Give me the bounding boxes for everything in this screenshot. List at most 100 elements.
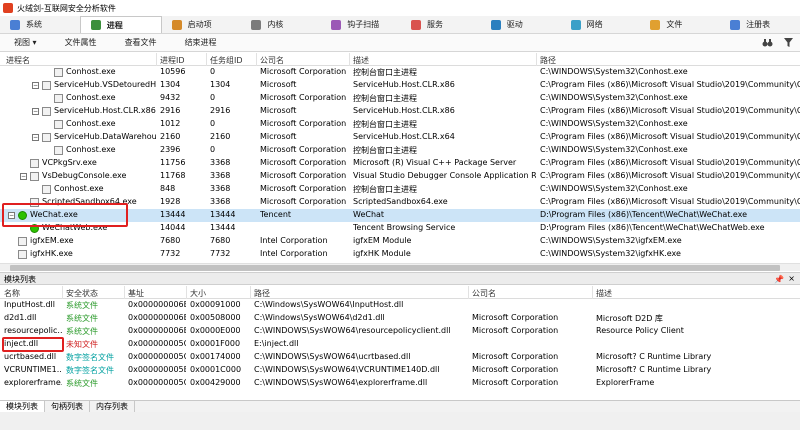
module-size: 0x0000E000 — [190, 326, 241, 335]
module-row[interactable]: inject.dll未知文件0x000000005C...0x0001F000E… — [0, 338, 800, 351]
column-divider[interactable] — [250, 286, 251, 299]
column-divider[interactable] — [124, 286, 125, 299]
pin-icon[interactable]: 📌 — [774, 275, 784, 284]
tree-collapse-icon[interactable]: − — [32, 134, 39, 141]
process-row[interactable]: Conhost.exe 9432 0 Microsoft Corporation 控制台… — [0, 92, 800, 105]
tab-7[interactable]: 网络 — [561, 16, 641, 33]
module-name: ucrtbased.dll — [4, 352, 57, 361]
tab-9[interactable]: 注册表 — [720, 16, 800, 33]
tab-1[interactable]: 进程 — [79, 16, 162, 33]
module-row[interactable]: resourcepolic... 系统文件 0x000000006E... 0x000… — [0, 325, 800, 338]
tab-5[interactable]: 服务 — [401, 16, 481, 33]
tab-4[interactable]: 钩子扫描 — [321, 16, 401, 33]
bottom-tab-1[interactable]: 句柄列表 — [45, 401, 90, 412]
module-row[interactable]: d2d1.dll 系统文件 0x000000006B... 0x00508000 C:\… — [0, 312, 800, 325]
process-row[interactable]: − ServiceHub.Host.CLR.x86.e... 2916 2916 Mic… — [0, 105, 800, 118]
process-column-header[interactable]: 进程ID — [160, 55, 185, 66]
process-tgid: 3368 — [210, 184, 231, 193]
module-row[interactable]: VCRUNTIME1... 数字签名文件 0x000000005E... 0x0001… — [0, 364, 800, 377]
process-row[interactable]: igfxEM.exe 7680 7680 Intel Corporation igfxE… — [0, 235, 800, 248]
bottom-tab-2[interactable]: 内存列表 — [90, 401, 135, 412]
column-divider[interactable] — [349, 53, 350, 66]
tab-6[interactable]: 驱动 — [481, 16, 561, 33]
process-column-header[interactable]: 路径 — [540, 55, 556, 66]
module-column-header[interactable]: 安全状态 — [66, 288, 98, 299]
close-icon[interactable]: × — [788, 274, 795, 283]
process-row[interactable]: VCPkgSrv.exe 11756 3368 Microsoft Corporati… — [0, 157, 800, 170]
process-name: Conhost.exe — [66, 145, 116, 154]
module-column-header[interactable]: 大小 — [190, 288, 206, 299]
module-column-header[interactable]: 名称 — [4, 288, 20, 299]
module-row[interactable]: InputHost.dll 系统文件 0x000000006B... 0x000910… — [0, 299, 800, 312]
tree-collapse-icon[interactable]: − — [20, 173, 27, 180]
module-base: 0x000000005C... — [128, 339, 186, 348]
process-company: Microsoft Corporation — [260, 158, 347, 167]
process-row[interactable]: Conhost.exe 10596 0 Microsoft Corporation 控制… — [0, 66, 800, 79]
column-divider[interactable] — [62, 286, 63, 299]
file-properties-button[interactable]: 文件属性 — [51, 37, 111, 48]
process-icon — [42, 107, 51, 116]
process-horizontal-scrollbar[interactable] — [0, 263, 800, 271]
module-status: 系统文件 — [66, 327, 98, 336]
column-divider[interactable] — [592, 286, 593, 299]
process-icon — [42, 81, 51, 90]
module-column-header[interactable]: 基址 — [128, 288, 144, 299]
module-column-header[interactable]: 公司名 — [472, 288, 496, 299]
binoculars-icon[interactable] — [762, 37, 773, 48]
tab-icon — [171, 19, 182, 30]
end-process-button[interactable]: 结束进程 — [171, 37, 231, 48]
module-column-header[interactable]: 路径 — [254, 288, 270, 299]
column-divider[interactable] — [468, 286, 469, 299]
column-divider[interactable] — [156, 53, 157, 66]
process-path: C:\WINDOWS\System32\Conhost.exe — [540, 119, 688, 128]
process-row[interactable]: Conhost.exe 1012 0 Microsoft Corporation 控制台… — [0, 118, 800, 131]
view-file-button[interactable]: 查看文件 — [111, 37, 171, 48]
process-tgid: 13444 — [210, 223, 236, 232]
filter-icon[interactable] — [783, 37, 794, 48]
tree-collapse-icon[interactable]: − — [32, 108, 39, 115]
tab-label: 内核 — [267, 20, 284, 29]
process-name: VCPkgSrv.exe — [42, 158, 97, 167]
process-column-header[interactable]: 描述 — [353, 55, 369, 66]
tree-collapse-icon[interactable]: − — [32, 82, 39, 89]
process-row[interactable]: − VsDebugConsole.exe 11768 3368 Microsoft Co… — [0, 170, 800, 183]
process-path: C:\WINDOWS\System32\Conhost.exe — [540, 145, 688, 154]
process-icon — [42, 133, 51, 142]
process-column-header[interactable]: 进程名 — [6, 55, 30, 66]
module-status: 数字签名文件 — [66, 366, 114, 375]
bottom-tab-0[interactable]: 模块列表 — [0, 401, 45, 412]
scrollbar-thumb[interactable] — [10, 265, 780, 271]
column-divider[interactable] — [256, 53, 257, 66]
process-tgid: 0 — [210, 145, 216, 154]
module-row[interactable]: ucrtbased.dll 数字签名文件 0x000000005C... 0x0017… — [0, 351, 800, 364]
module-column-header[interactable]: 描述 — [596, 288, 612, 299]
module-status: 未知文件 — [66, 340, 98, 349]
process-row[interactable]: − ServiceHub.VSDetouredH... 1304 1304 Micros… — [0, 79, 800, 92]
module-name: VCRUNTIME1... — [4, 365, 62, 374]
process-company: Microsoft Corporation — [260, 145, 347, 154]
tab-8[interactable]: 文件 — [640, 16, 720, 33]
column-divider[interactable] — [536, 53, 537, 66]
column-divider[interactable] — [186, 286, 187, 299]
tab-3[interactable]: 内核 — [241, 16, 321, 33]
tab-0[interactable]: 系统 — [0, 16, 80, 33]
tab-2[interactable]: 启动项 — [162, 16, 242, 33]
view-menu-button[interactable]: 视图 ▾ — [0, 37, 51, 48]
process-row[interactable]: − ServiceHub.DataWarehous... 2160 2160 Micro… — [0, 131, 800, 144]
module-path: E:\inject.dll — [254, 339, 299, 348]
module-row[interactable]: explorerframe... 系统文件 0x000000005C... 0x004… — [0, 377, 800, 390]
process-column-header[interactable]: 任务组ID — [210, 55, 243, 66]
process-desc: 控制台窗口主进程 — [353, 146, 417, 155]
module-status: 系统文件 — [66, 301, 98, 310]
process-row[interactable]: Conhost.exe 2396 0 Microsoft Corporation 控制台… — [0, 144, 800, 157]
process-column-header[interactable]: 公司名 — [260, 55, 284, 66]
process-name: Conhost.exe — [54, 184, 104, 193]
process-row[interactable]: igfxHK.exe 7732 7732 Intel Corporation igfxH… — [0, 248, 800, 261]
inject-highlight-box — [2, 337, 64, 352]
column-divider[interactable] — [206, 53, 207, 66]
module-company: Microsoft Corporation — [472, 313, 559, 322]
process-desc: 控制台窗口主进程 — [353, 68, 417, 77]
module-size: 0x0001F000 — [190, 339, 241, 348]
process-row[interactable]: Conhost.exe 848 3368 Microsoft Corporation 控… — [0, 183, 800, 196]
process-desc: Tencent Browsing Service — [353, 223, 456, 232]
